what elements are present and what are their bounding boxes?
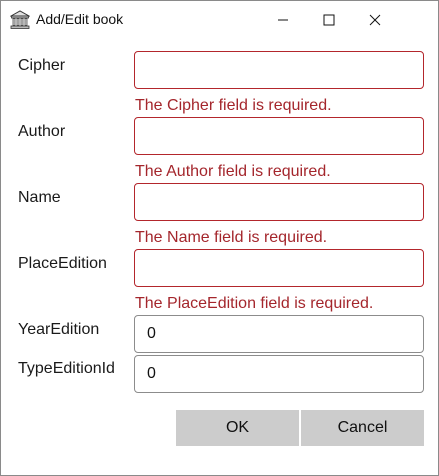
cipher-label: Cipher [18, 57, 66, 74]
cipher-input[interactable] [134, 51, 424, 89]
minimize-icon [278, 19, 288, 21]
library-building-icon [9, 10, 31, 30]
year-edition-label: YearEdition [18, 321, 100, 338]
place-edition-input[interactable] [134, 249, 424, 287]
type-edition-id-label: TypeEditionId [18, 360, 115, 377]
minimize-button[interactable] [260, 1, 306, 39]
place-edition-error: The PlaceEdition field is required. [135, 295, 374, 312]
maximize-button[interactable] [306, 1, 352, 39]
author-input[interactable] [134, 117, 424, 155]
cancel-button[interactable]: Cancel [301, 410, 424, 446]
author-error: The Author field is required. [135, 163, 331, 180]
place-edition-label: PlaceEdition [18, 255, 107, 272]
close-icon [369, 14, 381, 26]
name-error: The Name field is required. [135, 229, 328, 246]
cipher-error: The Cipher field is required. [135, 97, 332, 114]
name-label: Name [18, 189, 61, 206]
type-edition-id-value: 0 [147, 365, 156, 382]
title-bar[interactable]: Add/Edit book [1, 1, 438, 39]
type-edition-id-input[interactable]: 0 [134, 355, 424, 393]
maximize-icon [323, 14, 335, 26]
close-button[interactable] [352, 1, 398, 39]
author-label: Author [18, 123, 66, 140]
year-edition-input[interactable]: 0 [134, 315, 424, 353]
year-edition-value: 0 [147, 325, 156, 342]
name-input[interactable] [134, 183, 424, 221]
add-edit-book-window: Add/Edit book Cipher The Cipher field is… [0, 0, 439, 476]
window-title: Add/Edit book [36, 11, 124, 27]
ok-button[interactable]: OK [176, 410, 299, 446]
